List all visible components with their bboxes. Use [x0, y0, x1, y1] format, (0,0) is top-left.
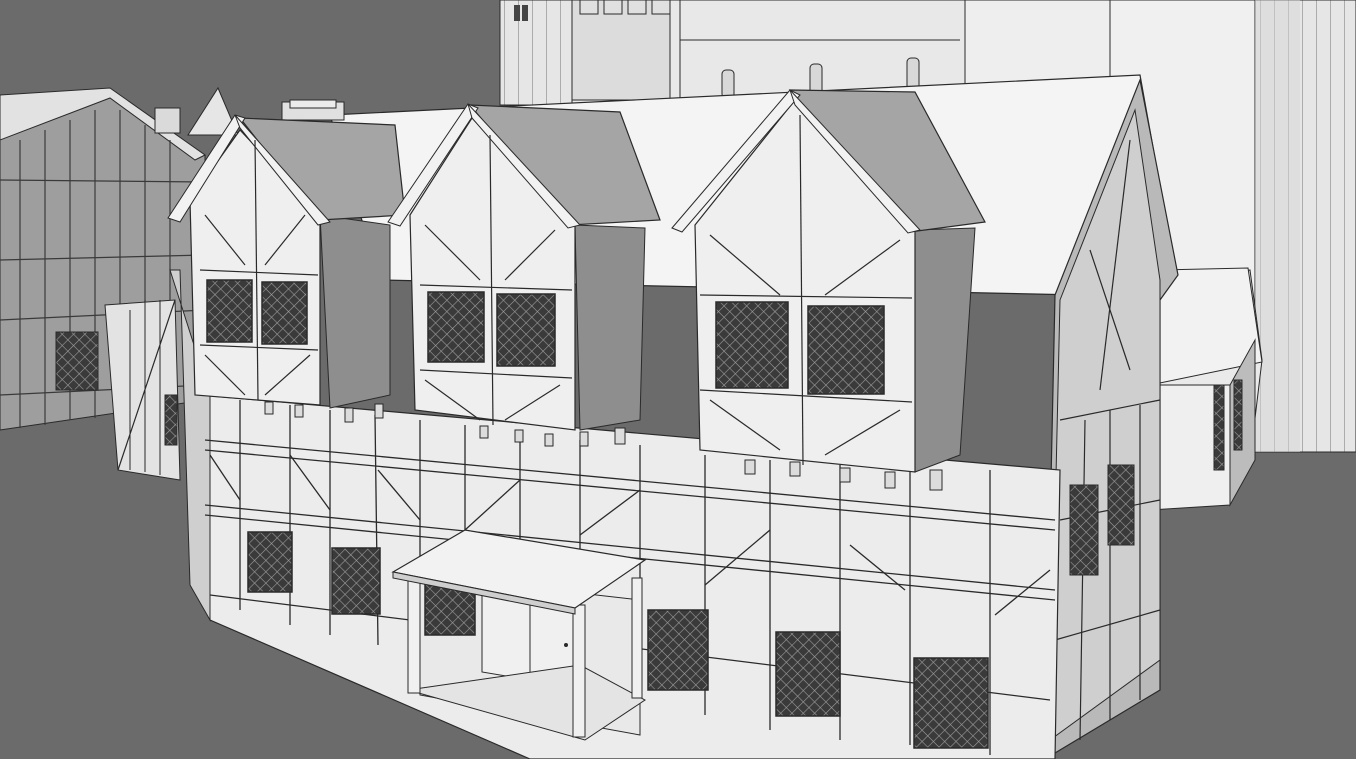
scene-render[interactable] [0, 0, 1356, 759]
round-tower-right[interactable] [1254, 0, 1356, 453]
chimney[interactable] [281, 99, 345, 121]
3d-viewport[interactable] [0, 0, 1356, 759]
round-tower-left[interactable] [499, 0, 573, 106]
stair-railing[interactable] [104, 299, 181, 481]
small-side-house[interactable] [1149, 267, 1263, 511]
